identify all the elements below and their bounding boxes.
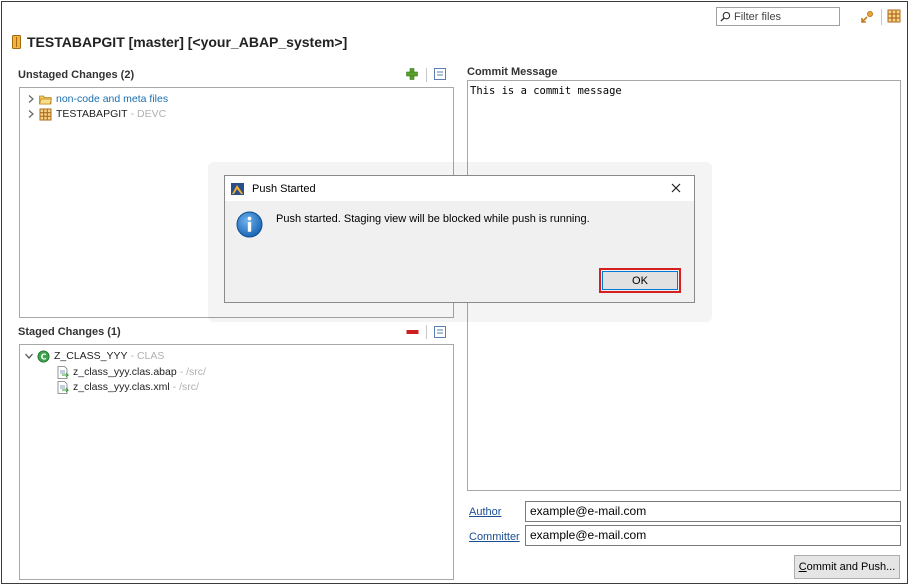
page-title: TESTABAPGIT [master] [<your_ABAP_system>… — [27, 34, 348, 50]
filter-files-input[interactable] — [734, 10, 834, 23]
package-grid-icon[interactable] — [887, 9, 901, 23]
tree-item-suffix: - DEVC — [130, 108, 167, 120]
info-icon — [236, 211, 263, 238]
staged-changes-header: Staged Changes (1) — [18, 326, 121, 338]
collapse-all-icon[interactable] — [434, 68, 446, 80]
staged-changes-tree[interactable]: C Z_CLASS_YYY - CLAS z_class_yyy.clas.ab… — [19, 344, 454, 580]
tree-item-non-code-files[interactable]: non-code and meta files — [26, 92, 168, 106]
tree-item-label: z_class_yyy.clas.abap — [73, 366, 177, 378]
remove-from-index-icon[interactable] — [406, 326, 419, 338]
collapse-all-icon[interactable] — [434, 326, 446, 338]
repository-icon — [12, 35, 21, 49]
author-label[interactable]: Author — [469, 506, 501, 518]
push-arrows-icon[interactable] — [859, 9, 875, 25]
header-separator — [426, 325, 427, 339]
svg-text:C: C — [41, 352, 47, 361]
committer-field[interactable]: example@e-mail.com — [525, 525, 901, 546]
file-icon — [57, 380, 69, 394]
tree-item-label: Z_CLASS_YYY — [54, 350, 128, 362]
title-row: TESTABAPGIT [master] [<your_ABAP_system>… — [12, 34, 347, 50]
chevron-right-icon[interactable] — [26, 109, 36, 119]
tree-item-label: z_class_yyy.clas.xml — [73, 381, 170, 393]
ok-button[interactable]: OK — [602, 271, 678, 290]
file-icon — [57, 365, 69, 379]
eclipse-app-icon — [231, 182, 244, 195]
tree-item-suffix: - /src/ — [179, 366, 206, 378]
package-icon — [39, 108, 52, 120]
tree-item-testabapgit[interactable]: TESTABAPGIT - DEVC — [26, 107, 166, 121]
search-icon — [720, 11, 731, 22]
tree-item-clas-abap[interactable]: z_class_yyy.clas.abap - /src/ — [56, 365, 206, 379]
chevron-right-icon[interactable] — [26, 94, 36, 104]
tree-item-suffix: - /src/ — [172, 381, 199, 393]
accesskey-letter: C — [798, 561, 807, 573]
push-started-dialog[interactable]: Push Started Push started. Staging view … — [224, 175, 695, 303]
commit-and-push-button[interactable]: Commit and Push... — [794, 555, 900, 579]
tree-item-z-class-yyy[interactable]: C Z_CLASS_YYY - CLAS — [24, 349, 164, 363]
chevron-down-icon[interactable] — [24, 351, 34, 361]
committer-label[interactable]: Committer — [469, 531, 520, 543]
tree-item-label: TESTABAPGIT — [56, 108, 128, 120]
toolbar-separator — [881, 9, 882, 25]
folder-icon — [39, 95, 52, 104]
dialog-titlebar[interactable]: Push Started — [225, 176, 694, 201]
dialog-message: Push started. Staging view will be block… — [276, 213, 590, 225]
header-separator — [426, 68, 427, 82]
button-label: ommit and Push... — [806, 561, 896, 573]
tree-item-label: non-code and meta files — [56, 93, 169, 105]
tree-item-clas-xml[interactable]: z_class_yyy.clas.xml - /src/ — [56, 380, 199, 394]
commit-message-text[interactable]: This is a commit message — [470, 85, 622, 97]
unstaged-changes-header: Unstaged Changes (2) — [18, 69, 135, 81]
dialog-title: Push Started — [252, 182, 316, 195]
class-icon: C — [37, 350, 50, 362]
filter-files-field[interactable] — [716, 7, 840, 26]
commit-message-header: Commit Message — [467, 66, 558, 78]
staging-view: TESTABAPGIT [master] [<your_ABAP_system>… — [1, 1, 908, 584]
author-field[interactable]: example@e-mail.com — [525, 501, 901, 522]
close-icon[interactable] — [668, 180, 684, 196]
add-to-index-icon[interactable] — [406, 68, 418, 80]
tree-item-suffix: - CLAS — [130, 350, 165, 362]
